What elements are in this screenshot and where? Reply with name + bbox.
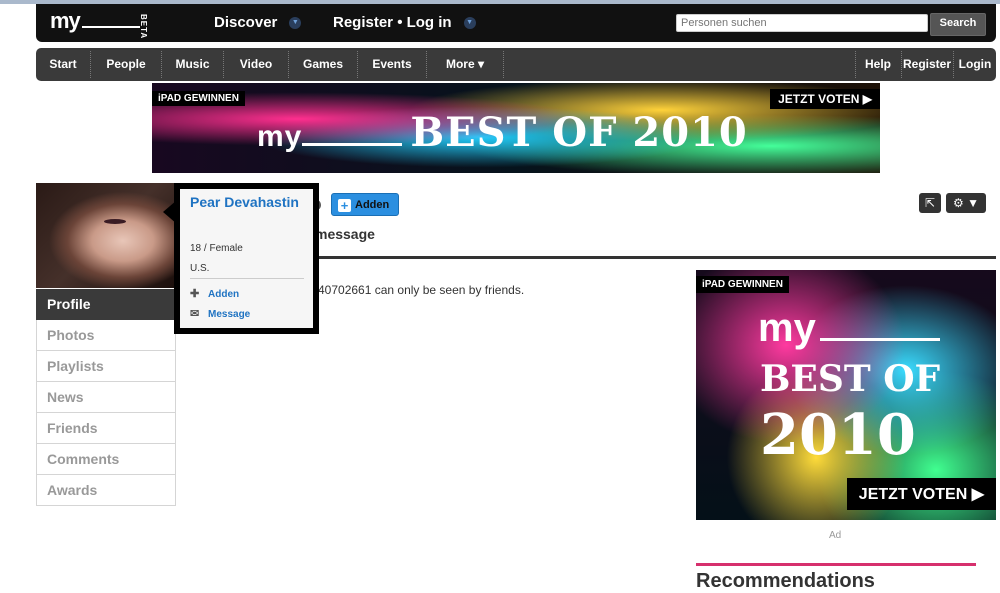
nav-more[interactable]: More ▾ xyxy=(427,48,503,81)
share-button[interactable]: ⇱ xyxy=(919,193,941,213)
user-name-link[interactable]: Pear Devahastin xyxy=(190,193,308,212)
site-logo[interactable]: my xyxy=(50,8,140,34)
user-age-gender: 18 / Female xyxy=(190,243,243,254)
profile-photo[interactable] xyxy=(36,183,176,288)
gear-icon: ⚙ xyxy=(953,196,964,210)
beta-label: BETA xyxy=(139,14,148,40)
message-tab[interactable]: message xyxy=(315,226,375,242)
user-country: U.S. xyxy=(190,263,210,274)
ad-year: 2010 xyxy=(760,402,916,468)
nav-login[interactable]: Login xyxy=(954,48,996,81)
plus-icon: + xyxy=(338,198,351,212)
hovercard-message-link[interactable]: ✉ Message xyxy=(190,307,250,320)
banner-ad-top[interactable]: iPAD GEWINNEN JETZT VOTEN ▶ my BEST OF 20… xyxy=(152,83,880,173)
nav-start[interactable]: Start xyxy=(36,48,90,81)
nav-help[interactable]: Help xyxy=(856,48,900,81)
nav-events[interactable]: Events xyxy=(358,48,426,81)
nav-music[interactable]: Music xyxy=(162,48,223,81)
plus-icon: ✚ xyxy=(190,288,200,300)
banner-title: my BEST OF 2010 xyxy=(257,109,748,156)
settings-button[interactable]: ⚙ ▼ xyxy=(946,193,986,213)
nav-register[interactable]: Register xyxy=(902,48,952,81)
side-item-news[interactable]: News xyxy=(36,382,176,413)
nav-divider xyxy=(503,51,505,78)
recommendations-heading: Recommendations xyxy=(696,570,875,592)
section-divider xyxy=(319,256,996,259)
side-item-awards[interactable]: Awards xyxy=(36,475,176,506)
discover-menu[interactable]: Discover ▼ xyxy=(214,14,302,31)
search-input[interactable] xyxy=(676,14,928,32)
profile-side-menu: Profile Photos Playlists News Friends Co… xyxy=(36,289,176,506)
top-bar: my BETA Discover▼ Register • Log in▼ Sea… xyxy=(36,4,996,42)
side-item-photos[interactable]: Photos xyxy=(36,320,176,351)
nav-video[interactable]: Video xyxy=(224,48,288,81)
chevron-down-icon: ▼ xyxy=(967,196,979,210)
privacy-notice: 40702661 can only be seen by friends. xyxy=(318,283,525,297)
side-item-playlists[interactable]: Playlists xyxy=(36,351,176,382)
ad-logo: my xyxy=(758,306,940,351)
share-icon: ⇱ xyxy=(924,196,936,210)
vote-now-button[interactable]: JETZT VOTEN ▶ xyxy=(846,478,996,510)
nav-people[interactable]: People xyxy=(91,48,161,81)
user-hovercard: Pear Devahastin 18 / Female U.S. ✚ Adden … xyxy=(174,183,319,334)
hovercard-add-link[interactable]: ✚ Adden xyxy=(190,287,239,300)
main-nav: Start People Music Video Games Events Mo… xyxy=(36,48,996,81)
ad-label: Ad xyxy=(829,530,842,541)
chevron-down-icon: ▼ xyxy=(463,17,476,30)
register-login-menu[interactable]: Register • Log in ▼ xyxy=(333,14,476,31)
ipad-win-tag: iPAD GEWINNEN xyxy=(696,276,789,293)
recommendations-accent-line xyxy=(696,563,976,566)
side-item-comments[interactable]: Comments xyxy=(36,444,176,475)
ipad-win-tag: iPAD GEWINNEN xyxy=(152,91,245,106)
vote-now-button[interactable]: JETZT VOTEN ▶ xyxy=(770,89,880,109)
hovercard-divider xyxy=(190,278,304,279)
side-item-profile[interactable]: Profile xyxy=(36,289,176,320)
ad-best-of: BEST OF xyxy=(760,358,941,400)
envelope-icon: ✉ xyxy=(190,308,200,320)
chevron-down-icon: ▼ xyxy=(289,17,302,30)
nav-games[interactable]: Games xyxy=(289,48,357,81)
side-item-friends[interactable]: Friends xyxy=(36,413,176,444)
banner-ad-right[interactable]: iPAD GEWINNEN my BEST OF 2010 JETZT VOTE… xyxy=(696,270,996,520)
search-button[interactable]: Search xyxy=(930,13,986,36)
add-friend-button[interactable]: + Adden xyxy=(331,193,399,216)
